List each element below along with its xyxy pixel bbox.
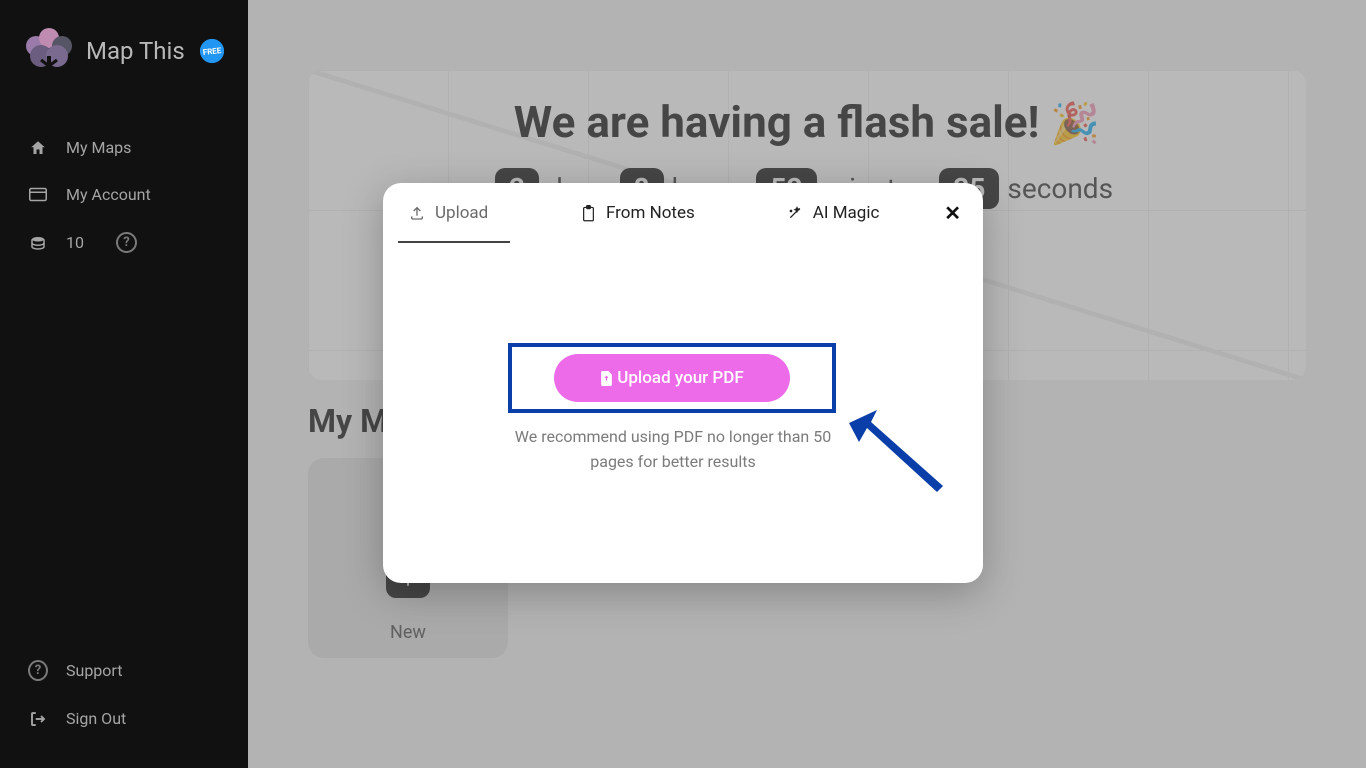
- tab-ai-magic[interactable]: AI Magic: [781, 203, 886, 223]
- magic-wand-icon: [787, 205, 803, 221]
- tab-label: AI Magic: [813, 203, 880, 223]
- tab-label: Upload: [435, 203, 488, 223]
- tab-upload[interactable]: Upload: [403, 203, 513, 223]
- logo-text: Map This: [86, 37, 185, 65]
- credits-count: 10: [66, 233, 84, 252]
- upload-pdf-button[interactable]: Upload your PDF: [554, 354, 789, 402]
- upload-button-label: Upload your PDF: [617, 368, 743, 388]
- card-icon: [28, 187, 48, 202]
- help-icon: ?: [28, 660, 48, 681]
- file-icon: [600, 371, 613, 386]
- home-icon: [28, 139, 48, 157]
- sidebar-item-support[interactable]: ? Support: [0, 646, 248, 695]
- sidebar-item-sign-out[interactable]: Sign Out: [0, 695, 248, 742]
- nav-secondary: ? Support Sign Out: [0, 646, 248, 768]
- free-badge: FREE: [200, 39, 224, 63]
- tab-from-notes[interactable]: From Notes: [575, 203, 701, 223]
- tab-underline: [398, 241, 510, 243]
- logo-icon: [24, 26, 74, 76]
- close-icon[interactable]: ✕: [944, 201, 961, 225]
- upload-modal: Upload From Notes AI Magic ✕ Upload your…: [383, 183, 983, 583]
- sidebar-item-label: My Account: [66, 185, 151, 204]
- sidebar-item-label: Sign Out: [66, 709, 126, 728]
- upload-highlight-box: Upload your PDF: [508, 343, 836, 413]
- nav-primary: My Maps My Account 10 ?: [0, 106, 248, 267]
- modal-tabs: Upload From Notes AI Magic ✕: [383, 183, 983, 243]
- upload-icon: [409, 205, 425, 221]
- logo[interactable]: Map This FREE: [0, 0, 248, 106]
- sidebar-item-label: My Maps: [66, 138, 131, 157]
- sidebar-item-my-account[interactable]: My Account: [0, 171, 248, 218]
- sidebar-item-label: Support: [66, 661, 122, 680]
- coins-icon: [28, 234, 48, 252]
- clipboard-icon: [581, 205, 596, 222]
- sidebar-item-my-maps[interactable]: My Maps: [0, 124, 248, 171]
- sidebar-item-credits[interactable]: 10 ?: [0, 218, 248, 267]
- tab-label: From Notes: [606, 203, 695, 223]
- sidebar: Map This FREE My Maps My Account 10 ? ?: [0, 0, 248, 768]
- sign-out-icon: [28, 710, 48, 728]
- upload-recommendation: We recommend using PDF no longer than 50…: [493, 425, 853, 475]
- help-icon[interactable]: ?: [116, 232, 137, 253]
